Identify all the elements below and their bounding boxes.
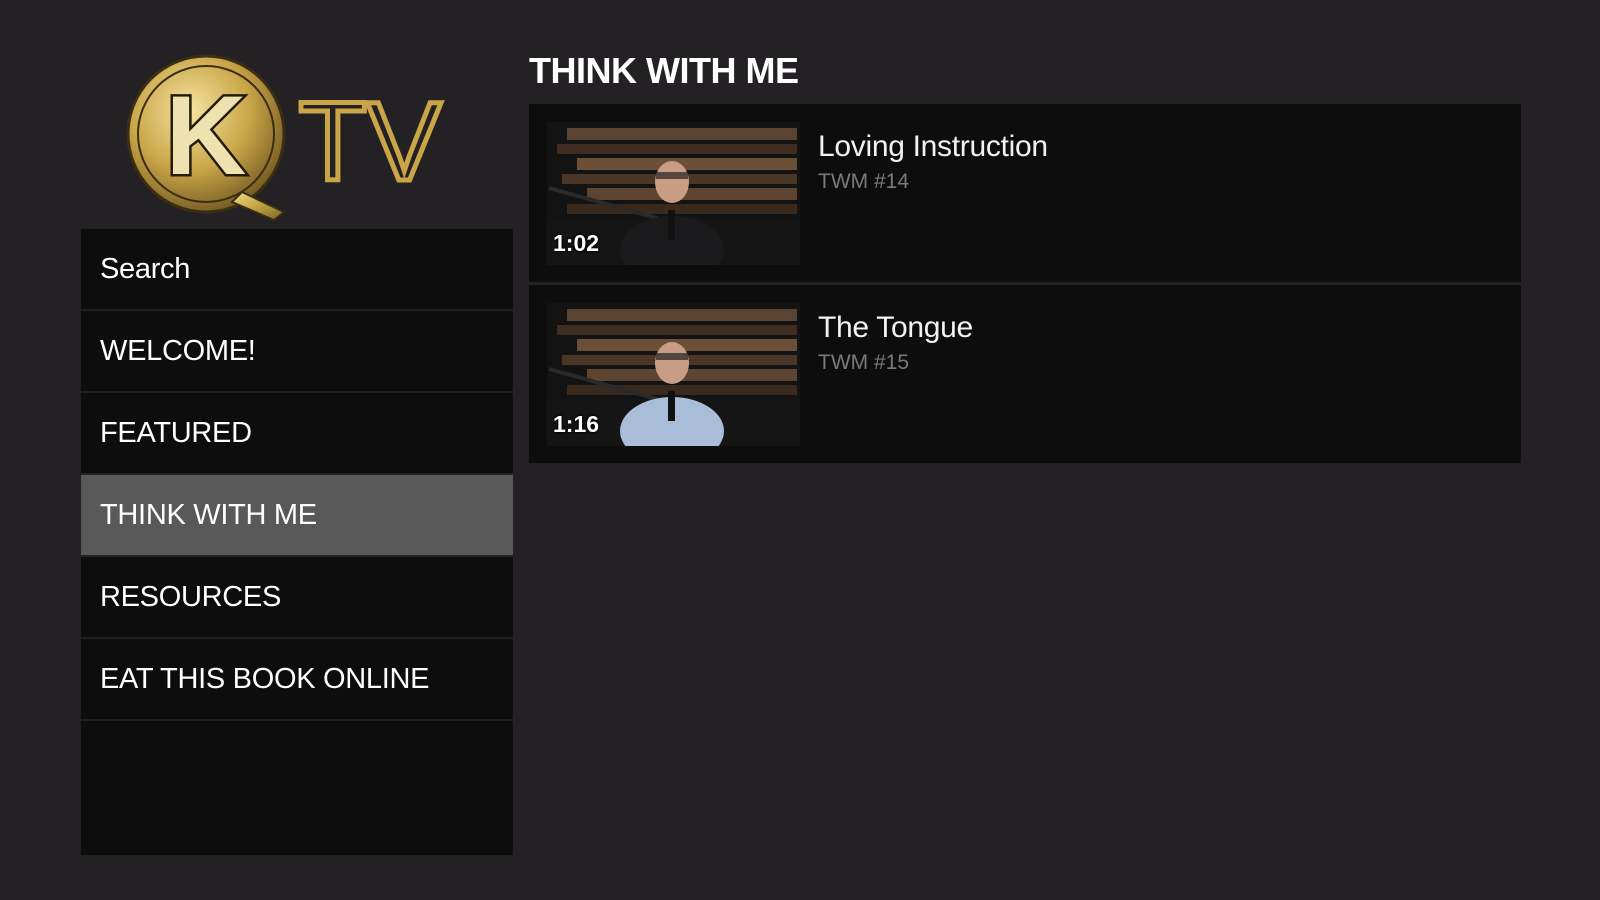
video-thumbnail[interactable]: 1:16 [547,303,800,446]
video-list: 1:02 Loving Instruction TWM #14 1:16 The Ton… [529,104,1521,466]
sidebar-item-think-with-me[interactable]: THINK WITH ME [81,475,513,557]
video-duration: 1:16 [553,411,600,437]
sidebar-menu: Search WELCOME! FEATURED THINK WITH ME RESOU… [81,229,513,855]
sidebar-item-eat-this-book-online[interactable]: EAT THIS BOOK ONLINE [81,639,513,721]
video-episode-label: TWM #15 [818,351,910,374]
video-title: Loving Instruction [818,130,1048,163]
sidebar-item-search[interactable]: Search [81,229,513,311]
app-root: K TV Search WELCOME! FEATURED THINK WITH ME… [0,0,1600,900]
section-title: THINK WITH ME [529,50,799,91]
svg-text:K: K [166,73,247,198]
ktv-logo: K TV [124,52,456,222]
sidebar-item-welcome[interactable]: WELCOME! [81,311,513,393]
video-episode-label: TWM #14 [818,170,910,193]
video-title: The Tongue [818,311,973,344]
video-thumbnail[interactable]: 1:02 [547,122,800,265]
video-card[interactable]: 1:02 Loving Instruction TWM #14 [529,104,1521,282]
sidebar-item-featured[interactable]: FEATURED [81,393,513,475]
video-card[interactable]: 1:16 The Tongue TWM #15 [529,285,1521,463]
sidebar-item-resources[interactable]: RESOURCES [81,557,513,639]
video-duration: 1:02 [553,230,600,256]
svg-text:TV: TV [298,79,441,204]
